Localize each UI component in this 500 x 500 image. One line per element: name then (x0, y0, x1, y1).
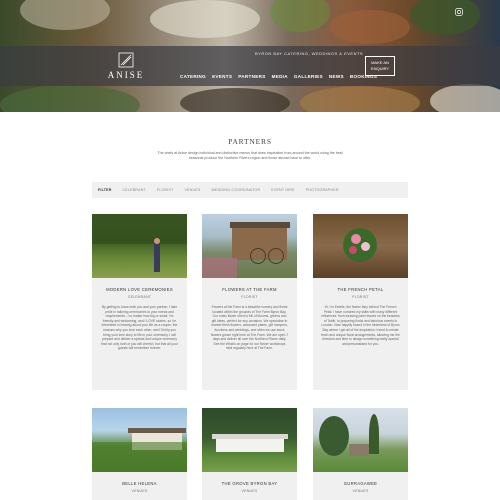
partner-description: Flowers at the Farm is a beautiful nurse… (210, 305, 289, 351)
partner-title: FLOWERS AT THE FARM (222, 287, 277, 292)
filter-celebrant[interactable]: CELEBRANT (123, 188, 146, 192)
partner-photo (202, 408, 297, 472)
filter-florist[interactable]: FLORIST (157, 188, 174, 192)
partner-photo (202, 214, 297, 278)
logo-text[interactable]: ANISE (106, 70, 146, 80)
filter-photographer[interactable]: PHOTOGRAPHER (306, 188, 339, 192)
partner-title: THE FRENCH PETAL (337, 287, 384, 292)
partner-photo (92, 214, 187, 278)
partner-photo (313, 408, 408, 472)
partner-title: GURRAGAWEE (343, 481, 378, 486)
partner-photo (313, 214, 408, 278)
anise-logo-icon[interactable] (118, 52, 134, 68)
filter-label: FILTER (98, 188, 112, 192)
partner-title: MODERN LOVE CEREMONIES (106, 287, 173, 292)
nav-news[interactable]: NEWS (329, 74, 344, 79)
partner-description: By getting to know both you and your par… (101, 305, 178, 351)
instagram-icon[interactable] (455, 8, 463, 16)
tagline: BYRON BAY CATERING, WEDDINGS & EVENTS (255, 51, 364, 56)
partner-category: VENUES (352, 489, 369, 493)
partner-card[interactable]: THE GROVE BYRON BAY VENUES (202, 408, 297, 500)
partner-card[interactable]: BELLE HELENA VENUES (92, 408, 187, 500)
partner-title: BELLE HELENA (122, 481, 157, 486)
enquiry-button[interactable]: MAKE AN ENQUIRY (365, 56, 395, 76)
nav-media[interactable]: MEDIA (272, 74, 288, 79)
intro-text: The chefs at Anise design individual and… (157, 151, 343, 160)
partner-category: VENUES (241, 489, 258, 493)
partner-photo (92, 408, 187, 472)
page-title: PARTNERS (228, 137, 272, 146)
filter-wedding-coordinator[interactable]: WEDDING COORDINATOR (211, 188, 260, 192)
nav-partners[interactable]: PARTNERS (238, 74, 265, 79)
filter-bar: FILTER CELEBRANT FLORIST VENUES WEDDING … (92, 182, 408, 198)
filter-venues[interactable]: VENUES (184, 188, 200, 192)
partner-title: THE GROVE BYRON BAY (221, 481, 278, 486)
partner-card[interactable]: THE FRENCH PETAL FLORIST Hi, I'm Estelle… (313, 214, 408, 390)
main-navbar: ANISE BYRON BAY CATERING, WEDDINGS & EVE… (0, 46, 500, 86)
filter-event-hire[interactable]: EVENT HIRE (271, 188, 295, 192)
hero-banner: ANISE BYRON BAY CATERING, WEDDINGS & EVE… (0, 0, 500, 112)
nav-catering[interactable]: CATERING (180, 74, 206, 79)
partner-card[interactable]: MODERN LOVE CEREMONIES CELEBRANT By gett… (92, 214, 187, 390)
partner-description: Hi, I'm Estelle, the flower fairy behind… (321, 305, 400, 346)
nav-galleries[interactable]: GALLERIES (294, 74, 323, 79)
partner-card[interactable]: GURRAGAWEE VENUES (313, 408, 408, 500)
partner-card[interactable]: FLOWERS AT THE FARM FLORIST Flowers at t… (202, 214, 297, 390)
partner-category: VENUES (131, 489, 148, 493)
nav-events[interactable]: EVENTS (212, 74, 232, 79)
nav-menu: CATERING EVENTS PARTNERS MEDIA GALLERIES… (180, 74, 377, 79)
